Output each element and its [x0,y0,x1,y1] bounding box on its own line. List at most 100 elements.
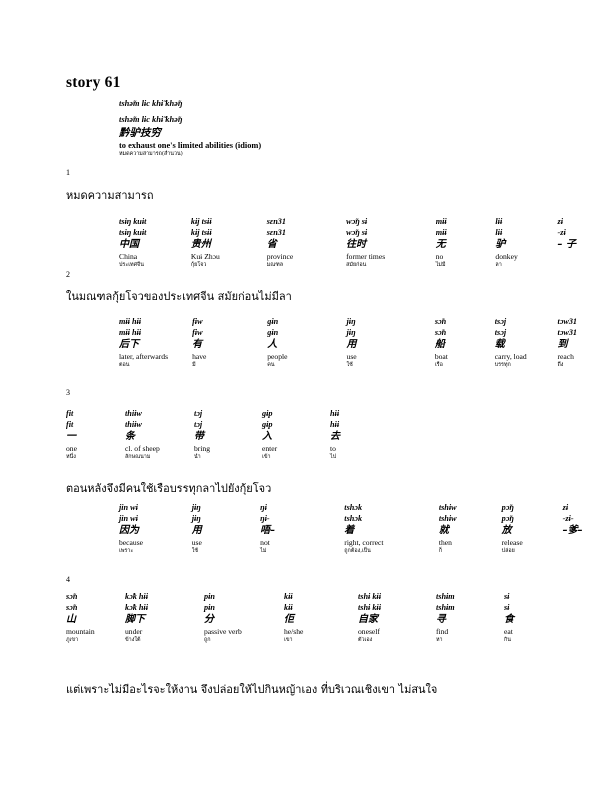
cell-ipa-plain: sɛn31 [266,228,286,238]
cell-english: people [267,351,288,361]
cell-hanzi: 放 [501,525,512,537]
cell-ipa-plain: ŋɨ- [260,514,270,524]
cell-english: use [191,537,202,547]
cell-thai-gloss: ใช้ [346,362,353,369]
cell-thai-gloss: ลา [495,262,502,269]
cell-thai-gloss: มณฑล [266,262,284,269]
cell-english: because [119,537,144,547]
cell-ipa-tone: jɨŋ [191,503,201,512]
cell-ipa-plain: tsɨŋ kuɨt [119,228,147,238]
cell-thai-gloss: กุ้ยโจว [190,262,207,269]
cell-ipa-tone: pɔ̃ŋ [501,503,514,512]
cell-english: no [435,251,444,261]
cell-ipa-plain: jɨŋ [346,328,356,338]
cell-ipa-plain: thiɨw [125,420,142,430]
cell-ipa-tone: sɔ̃n [434,317,447,326]
cell-hanzi: 有 [192,339,203,351]
cell-ipa-plain: kɔ̃k hɨɨ [125,603,148,613]
row-english: China Kuɨ Zhɔu province former times no … [119,252,612,262]
cell-thai-gloss: ข้างใต้ [125,637,141,644]
cell-thai-gloss: กิน [504,637,511,644]
gloss-table: tsɨŋ kuɨt kɨj tsɨɨ sɛn31 wɔ̃ŋ sɨ mɨɨ lɨɨ… [119,216,612,270]
cell-ipa-plain: gɨn [267,328,279,338]
document-page: story 61 tshə̃m lɨc khɨ̃ khə̃ŋ tshə̃m lɨ… [0,0,612,792]
cell-thai-gloss: หนึ่ง [66,454,76,461]
cell-ipa-tone: jin wɨ [119,503,138,512]
cell-hanzi: 驴 [495,239,506,251]
cell-hanzi: 条 [125,431,135,443]
cell-ipa-tone: thiɨw [125,409,142,418]
row-ipa-tone: fit thiɨw tɔj gɨp hɨɨ [66,408,396,419]
cell-ipa-plain: sɨ [504,603,510,613]
cell-ipa-tone: tsɔj [494,317,507,326]
cell-ipa-tone: wɔ̃ŋ sɨ [346,217,368,226]
gloss-table: mɨɨ hɨɨ fɨw gɨn jɨŋ sɔ̃n tsɔj tɔw31 mɨɨ … [119,316,612,370]
row-thai-gloss: ประเทศจีน กุ้ยโจว มณฑล สมัยก่อน ไม่มี ลา [119,262,612,269]
gloss-table: sɔ̃n kɔ̃k hɨɨ pɨn kɨɨ tshɨ kɨɨ tshɨm sɨ … [66,591,556,645]
cell-english: not [260,537,270,547]
cell-english [563,538,612,548]
cell-english: carry, load [494,351,527,361]
cell-english: passive verb [204,626,242,636]
cell-english: enter [262,443,278,453]
cell-ipa-plain: lɨɨ [495,228,503,238]
cell-hanzi: 去 [330,431,340,443]
cell-ipa-tone: tshɨw [438,503,457,512]
cell-ipa-plain: kɨɨ [284,603,293,613]
cell-hanzi: 载 [494,339,505,351]
row-ipa-plain: mɨɨ hɨɨ fɨw gɨn jɨŋ sɔ̃n tsɔj tɔw31 [119,327,612,338]
row-thai-gloss: หนึ่ง ลักษณนาม นำ เข้า ไป [66,454,396,461]
cell-english: mountain [66,626,95,636]
row-english: later, afterwards have people use boat c… [119,352,612,362]
idiom-thai-gloss: หมดความสามารถ(สำนวน) [119,151,183,157]
cell-ipa-tone: pɨn [204,592,215,601]
idiom-hanzi: 黔驴技穷 [119,127,161,139]
cell-hanzi: 着 [344,525,355,537]
cell-english: have [192,351,207,361]
cell-hanzi: – 子 [557,239,577,251]
cell-english: release [501,537,523,547]
cell-english: boat [434,351,448,361]
page-title: story 61 [66,74,121,91]
cell-ipa-plain: fit [66,420,74,430]
cell-thai-gloss: ตอน [119,362,130,369]
cell-english: under [125,626,143,636]
cell-ipa-plain: sɔ̃n [434,328,447,338]
row-english: one cl. of sheep bring enter to [66,444,396,454]
cell-ipa-tone: hɨɨ [330,409,340,418]
cell-thai-gloss: ใช้ [191,548,199,555]
cell-ipa-plain: tɔj [194,420,203,430]
row-ipa-tone: mɨɨ hɨɨ fɨw gɨn jɨŋ sɔ̃n tsɔj tɔw31 [119,316,612,327]
cell-english: to [330,443,336,453]
row-hanzi: 一 条 带 入 去 [66,430,396,444]
cell-thai-gloss: ถึง [557,362,564,369]
cell-ipa-plain: gɨp [262,420,273,430]
row-thai-gloss: เพราะ ใช้ ไม่ ถูกต้อง,เป็น ก็ ปล่อย [119,548,612,555]
cell-thai-gloss: ปล่อย [501,548,515,555]
cell-ipa-tone: mɨɨ hɨɨ [119,317,142,326]
cell-english: he/she [284,626,304,636]
cell-hanzi: 山 [66,614,76,626]
cell-ipa-plain: hɨɨ [330,420,340,430]
cell-ipa-plain: tɔw31 [557,328,578,338]
cell-hanzi: 就 [438,525,449,537]
cell-thai-gloss: เรือ [434,362,443,369]
line-number-4: 4 [66,575,70,584]
cell-thai-gloss: คน [267,362,275,369]
idiom-ipa-tone: tshə̃m lɨc khɨ̃ khə̃ŋ [119,99,183,108]
cell-thai-gloss: ไม่มี [435,262,446,269]
cell-ipa-plain: tshɨm [436,603,455,613]
line-number-1: 1 [66,168,70,177]
cell-thai-gloss: นำ [194,454,201,461]
gloss-block-4: jin wɨ jɨŋ ŋɨ tshɔk tshɨw pɔ̃ŋ zɨ jin wɨ… [119,502,612,556]
cell-hanzi: 一 [66,431,76,443]
cell-ipa-tone: zɨ [557,217,564,226]
cell-ipa-tone: gɨn [267,317,279,326]
cell-english: cl. of sheep [125,443,160,453]
cell-english: province [266,251,294,261]
cell-hanzi: 贵州 [190,239,211,251]
gloss-block-3: fit thiɨw tɔj gɨp hɨɨ fit thiɨw tɔj gɨp … [66,408,396,462]
cell-ipa-plain: mɨɨ hɨɨ [119,328,142,338]
cell-ipa-tone: kɨj tsɨɨ [190,217,212,226]
cell-thai-gloss [563,548,612,555]
